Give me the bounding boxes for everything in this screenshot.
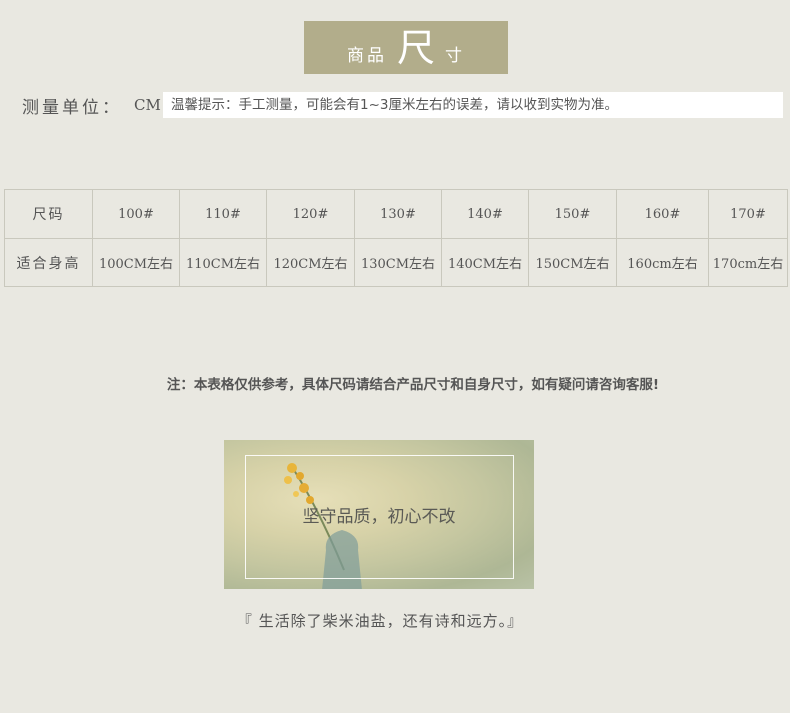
height-row: 适合身高 100CM左右 110CM左右 120CM左右 130CM左右 140… bbox=[4, 238, 788, 287]
tip-box: 温馨提示：手工测量，可能会有1~3厘米左右的误差，请以收到实物为准。 bbox=[163, 92, 783, 118]
size-table: 尺码 100# 110# 120# 130# 140# 150# 160# 17… bbox=[4, 189, 788, 287]
height-cell: 160cm左右 bbox=[616, 238, 709, 287]
size-cell: 120# bbox=[266, 189, 355, 239]
decorative-photo: 坚守品质，初心不改 bbox=[224, 440, 534, 589]
height-header: 适合身高 bbox=[4, 238, 93, 287]
size-cell: 130# bbox=[354, 189, 442, 239]
height-cell: 120CM左右 bbox=[266, 238, 355, 287]
height-cell: 150CM左右 bbox=[528, 238, 617, 287]
quote-text: 『 生活除了柴米油盐，还有诗和远方。』 bbox=[236, 612, 524, 630]
title-big: 尺 bbox=[396, 25, 435, 70]
size-header: 尺码 bbox=[4, 189, 93, 239]
title-right: 寸 bbox=[445, 46, 465, 66]
section-title-banner: 商品 尺 寸 bbox=[304, 21, 508, 74]
size-cell: 160# bbox=[616, 189, 709, 239]
size-cell: 100# bbox=[92, 189, 180, 239]
title-left: 商品 bbox=[346, 46, 387, 66]
size-note: 注：本表格仅供参考，具体尺码请结合产品尺寸和自身尺寸，如有疑问请咨询客服! bbox=[166, 377, 660, 393]
height-cell: 110CM左右 bbox=[179, 238, 267, 287]
size-cell: 150# bbox=[528, 189, 617, 239]
height-cell: 130CM左右 bbox=[354, 238, 442, 287]
size-cell: 140# bbox=[441, 189, 529, 239]
size-cell: 110# bbox=[179, 189, 267, 239]
unit-label: 测量单位： bbox=[22, 97, 122, 118]
size-cell: 170# bbox=[708, 189, 788, 239]
height-cell: 100CM左右 bbox=[92, 238, 180, 287]
height-cell: 170cm左右 bbox=[708, 238, 788, 287]
unit-value: CM bbox=[134, 96, 161, 114]
photo-slogan: 坚守品质，初心不改 bbox=[302, 507, 456, 527]
measurement-unit: 测量单位： CM bbox=[22, 92, 161, 118]
height-cell: 140CM左右 bbox=[441, 238, 529, 287]
size-row: 尺码 100# 110# 120# 130# 140# 150# 160# 17… bbox=[4, 189, 788, 239]
